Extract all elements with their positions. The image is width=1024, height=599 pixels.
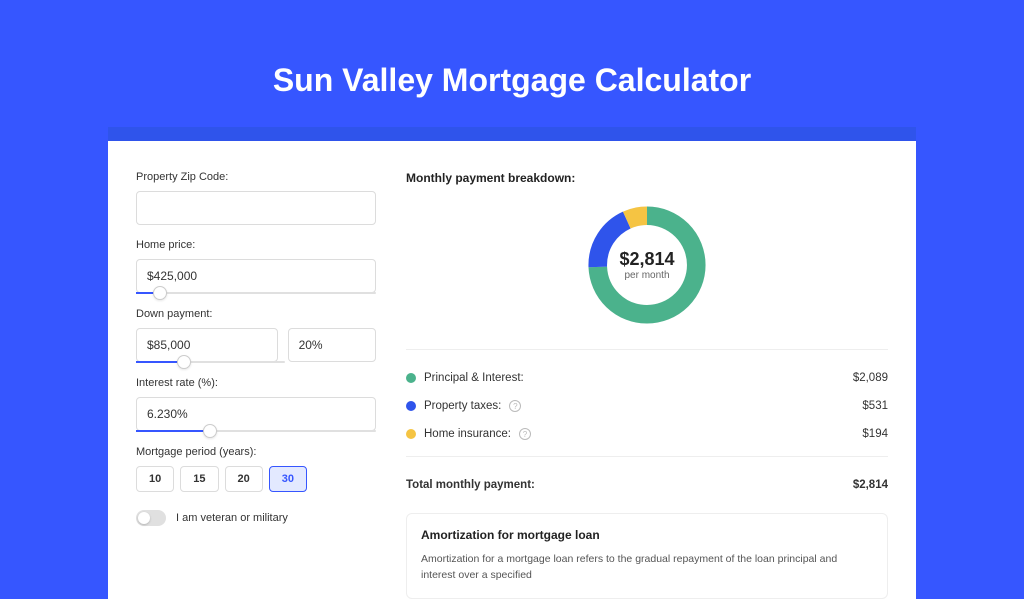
amortization-card: Amortization for mortgage loan Amortizat… xyxy=(406,513,888,599)
breakdown-item-value: $2,089 xyxy=(853,372,888,384)
down-payment-amount-input[interactable] xyxy=(136,328,278,362)
breakdown-row: Property taxes:? $531 xyxy=(406,392,888,420)
interest-rate-slider[interactable] xyxy=(136,430,376,432)
down-payment-percent-input[interactable] xyxy=(288,328,376,362)
down-payment-field: Down payment: xyxy=(136,308,376,363)
breakdown-item-value: $531 xyxy=(862,400,888,412)
amortization-text: Amortization for a mortgage loan refers … xyxy=(421,552,873,584)
divider xyxy=(406,456,888,457)
total-row: Total monthly payment: $2,814 xyxy=(406,471,888,499)
legend-dot xyxy=(406,373,416,383)
home-price-input[interactable] xyxy=(136,259,376,293)
breakdown-item-label: Principal & Interest: xyxy=(424,372,524,384)
amortization-title: Amortization for mortgage loan xyxy=(421,528,873,542)
breakdown-title: Monthly payment breakdown: xyxy=(406,171,888,185)
page-title: Sun Valley Mortgage Calculator xyxy=(0,0,1024,127)
breakdown-item-value: $194 xyxy=(862,428,888,440)
home-price-slider[interactable] xyxy=(136,292,376,294)
total-label: Total monthly payment: xyxy=(406,479,535,491)
donut-sub-label: per month xyxy=(624,270,669,281)
slider-thumb[interactable] xyxy=(177,355,191,369)
interest-rate-field: Interest rate (%): xyxy=(136,377,376,432)
period-option-20[interactable]: 20 xyxy=(225,466,263,492)
legend-dot xyxy=(406,429,416,439)
donut-amount: $2,814 xyxy=(619,249,674,270)
zip-input[interactable] xyxy=(136,191,376,225)
veteran-toggle[interactable] xyxy=(136,510,166,526)
interest-rate-label: Interest rate (%): xyxy=(136,377,376,389)
total-value: $2,814 xyxy=(853,479,888,491)
breakdown-row: Home insurance:? $194 xyxy=(406,420,888,448)
mortgage-period-field: Mortgage period (years): 1015 2030 xyxy=(136,446,376,492)
legend-dot xyxy=(406,401,416,411)
info-icon[interactable]: ? xyxy=(519,428,531,440)
period-option-15[interactable]: 15 xyxy=(180,466,218,492)
info-icon[interactable]: ? xyxy=(509,400,521,412)
period-option-30[interactable]: 30 xyxy=(269,466,307,492)
period-option-10[interactable]: 10 xyxy=(136,466,174,492)
slider-thumb[interactable] xyxy=(203,424,217,438)
calculator-card: Property Zip Code: Home price: Down paym… xyxy=(108,141,916,599)
interest-rate-input[interactable] xyxy=(136,397,376,431)
toggle-knob xyxy=(138,512,150,524)
breakdown-item-label: Property taxes: xyxy=(424,400,501,412)
zip-field: Property Zip Code: xyxy=(136,171,376,225)
slider-thumb[interactable] xyxy=(153,286,167,300)
home-price-label: Home price: xyxy=(136,239,376,251)
donut-chart: $2,814 per month xyxy=(582,200,712,330)
inputs-column: Property Zip Code: Home price: Down paym… xyxy=(136,171,376,599)
breakdown-column: Monthly payment breakdown: $2,814 per mo… xyxy=(406,171,888,599)
down-payment-slider[interactable] xyxy=(136,361,285,363)
down-payment-label: Down payment: xyxy=(136,308,376,320)
zip-label: Property Zip Code: xyxy=(136,171,376,183)
veteran-row: I am veteran or military xyxy=(136,510,376,526)
divider xyxy=(406,349,888,350)
donut-chart-wrap: $2,814 per month xyxy=(406,195,888,335)
veteran-label: I am veteran or military xyxy=(176,512,288,524)
mortgage-period-label: Mortgage period (years): xyxy=(136,446,376,458)
breakdown-item-label: Home insurance: xyxy=(424,428,511,440)
home-price-field: Home price: xyxy=(136,239,376,294)
breakdown-row: Principal & Interest: $2,089 xyxy=(406,364,888,392)
